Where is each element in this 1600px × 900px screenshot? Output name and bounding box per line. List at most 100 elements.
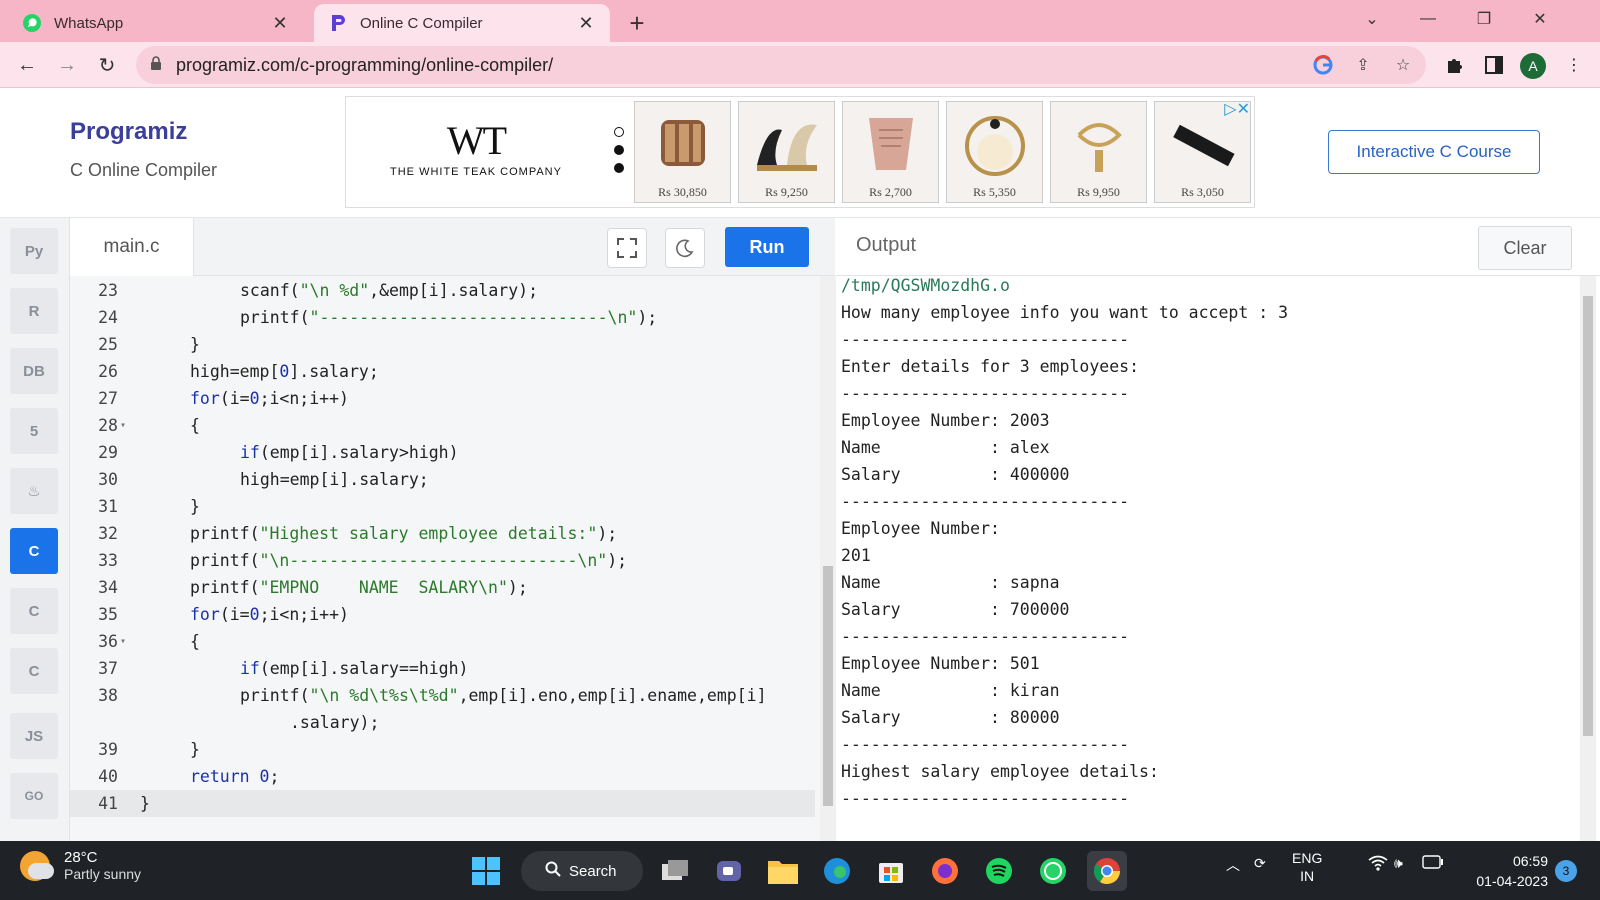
output-scrollbar[interactable] [1580, 276, 1596, 841]
editor-scrollbar[interactable] [820, 276, 836, 841]
output-scrollbar-thumb[interactable] [1583, 296, 1593, 736]
java-icon[interactable]: ♨ [10, 468, 58, 514]
notification-badge[interactable]: 3 [1555, 860, 1577, 882]
minimize-icon[interactable]: — [1400, 4, 1456, 34]
code-text: { [190, 632, 200, 651]
code-line[interactable]: 33 printf("\n----------------------------… [70, 547, 815, 574]
menu-kebab-icon[interactable]: ⋮ [1560, 51, 1588, 79]
google-icon[interactable] [1312, 54, 1334, 76]
carousel-dot[interactable] [614, 145, 624, 155]
tab-search-chevron-icon[interactable]: ⌄ [1344, 4, 1400, 34]
chrome-icon[interactable] [1087, 851, 1127, 891]
weather-widget[interactable]: 28°C Partly sunny [20, 849, 141, 882]
share-icon[interactable]: ⇪ [1352, 54, 1374, 76]
code-line[interactable]: 30 high=emp[i].salary; [70, 466, 815, 493]
file-tab-main-c[interactable]: main.c [70, 218, 194, 276]
tab-online-c-compiler[interactable]: Online C Compiler ✕ [314, 4, 610, 42]
python-language-icon[interactable]: Py [10, 228, 58, 274]
code-line[interactable]: 23 scanf("\n %d",&emp[i].salary); [70, 277, 815, 304]
tab-whatsapp[interactable]: WhatsApp ✕ [8, 4, 304, 42]
carousel-dot[interactable] [614, 163, 624, 173]
back-arrow-icon[interactable]: ← [12, 50, 42, 80]
system-clock[interactable]: 06:59 01-04-2023 [1468, 851, 1548, 891]
wifi-icon[interactable] [1368, 855, 1388, 874]
file-explorer-icon[interactable] [763, 851, 803, 891]
code-line[interactable]: 27 for(i=0;i<n;i++) [70, 385, 815, 412]
reload-icon[interactable]: ↻ [92, 50, 122, 80]
profile-avatar[interactable]: A [1520, 53, 1546, 79]
windows-start-icon[interactable] [466, 851, 506, 891]
spotify-icon[interactable] [979, 851, 1019, 891]
tray-chevron-up-icon[interactable]: ︿ [1226, 855, 1240, 875]
dark-mode-moon-icon[interactable] [665, 228, 705, 268]
clock-date: 01-04-2023 [1476, 873, 1548, 889]
javascript-language-icon[interactable]: JS [10, 713, 58, 759]
r-language-icon[interactable]: R [10, 288, 58, 334]
html5-icon[interactable]: 5 [10, 408, 58, 454]
extensions-puzzle-icon[interactable] [1440, 51, 1468, 79]
fullscreen-icon[interactable] [607, 228, 647, 268]
output-console[interactable]: /tmp/QGSWMozdhG.o How many employee info … [836, 276, 1584, 841]
code-line[interactable]: .salary); [70, 709, 815, 736]
input-language[interactable]: ENG IN [1292, 849, 1322, 885]
sync-icon[interactable]: ⟳ [1254, 855, 1266, 872]
code-line[interactable]: 25} [70, 331, 815, 358]
task-view-icon[interactable] [655, 851, 695, 891]
star-icon[interactable]: ☆ [1392, 54, 1414, 76]
side-panel-icon[interactable] [1480, 51, 1508, 79]
code-line[interactable]: 26 high=emp[0].salary; [70, 358, 815, 385]
ad-product[interactable]: Rs 5,350 [946, 101, 1043, 203]
go-language-icon[interactable]: GO [10, 773, 58, 819]
interactive-course-button[interactable]: Interactive C Course [1328, 130, 1540, 174]
ad-carousel-dots[interactable] [614, 127, 624, 173]
microsoft-store-icon[interactable] [871, 851, 911, 891]
c-language-icon[interactable]: C [10, 528, 58, 574]
programiz-logo[interactable]: Programiz [70, 118, 187, 146]
close-icon[interactable]: ✕ [576, 13, 596, 34]
advertisement-banner[interactable]: WT THE WHITE TEAK COMPANY Rs 30,850 Rs 9… [345, 96, 1255, 208]
ad-product[interactable]: Rs 30,850 [634, 101, 731, 203]
code-line[interactable]: 39} [70, 736, 815, 763]
ad-product[interactable]: Rs 9,950 [1050, 101, 1147, 203]
run-button[interactable]: Run [725, 227, 809, 267]
code-line[interactable]: 32 printf("Highest salary employee detail… [70, 520, 815, 547]
close-window-icon[interactable]: ✕ [1512, 4, 1568, 34]
code-line[interactable]: 35 for(i=0;i<n;i++) [70, 601, 815, 628]
new-tab-plus-icon[interactable]: + [622, 8, 652, 39]
fold-arrow-icon[interactable]: ▾ [120, 412, 130, 439]
clear-button[interactable]: Clear [1478, 226, 1572, 270]
firefox-icon[interactable] [925, 851, 965, 891]
cpp-language-icon[interactable]: C [10, 588, 58, 634]
battery-icon[interactable] [1422, 855, 1444, 872]
code-text: printf("EMPNO NAME SALARY\n"); [190, 578, 528, 597]
sql-database-icon[interactable]: DB [10, 348, 58, 394]
forward-arrow-icon[interactable]: → [52, 50, 82, 80]
edge-browser-icon[interactable] [817, 851, 857, 891]
code-line[interactable]: 37 if(emp[i].salary==high) [70, 655, 815, 682]
csharp-language-icon[interactable]: C [10, 648, 58, 694]
code-line[interactable]: 34 printf("EMPNO NAME SALARY\n"); [70, 574, 815, 601]
volume-icon[interactable]: 🕪 [1394, 855, 1403, 872]
address-bar[interactable]: programiz.com/c-programming/online-compi… [136, 46, 1426, 84]
code-line[interactable]: 40 return 0; [70, 763, 815, 790]
ad-choices-close-icon[interactable]: ▷✕ [1224, 99, 1250, 119]
teams-chat-icon[interactable] [709, 851, 749, 891]
code-line[interactable]: 29 if(emp[i].salary>high) [70, 439, 815, 466]
code-editor[interactable]: 23 scanf("\n %d",&emp[i].salary); 24 printf… [70, 276, 820, 841]
code-line[interactable]: 31} [70, 493, 815, 520]
code-line[interactable]: 36 ▾ { [70, 628, 815, 655]
code-line[interactable]: 38 printf("\n %d\t%s\t%d",emp[i].eno,emp[… [70, 682, 815, 709]
fold-arrow-icon[interactable]: ▾ [120, 628, 130, 655]
editor-scrollbar-thumb[interactable] [823, 566, 833, 806]
code-line[interactable]: 41} [70, 790, 815, 817]
taskbar-search[interactable]: Search [521, 851, 643, 891]
restore-icon[interactable]: ❐ [1456, 4, 1512, 34]
carousel-dot[interactable] [614, 127, 624, 137]
whatsapp-taskbar-icon[interactable] [1033, 851, 1073, 891]
ad-product[interactable]: Rs 9,250 [738, 101, 835, 203]
close-icon[interactable]: ✕ [270, 13, 290, 34]
ad-product[interactable]: Rs 2,700 [842, 101, 939, 203]
line-number: 25 [98, 335, 118, 354]
code-line[interactable]: 24 printf("-----------------------------\… [70, 304, 815, 331]
code-line[interactable]: 28 ▾ { [70, 412, 815, 439]
